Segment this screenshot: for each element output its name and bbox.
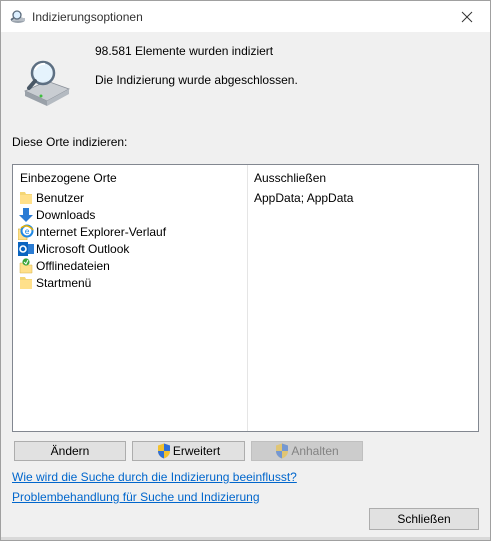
location-label: Benutzer [36, 190, 85, 205]
location-label: Downloads [36, 207, 96, 222]
title-bar[interactable]: Indizierungsoptionen [1, 1, 490, 32]
location-label: Offlinedateien [36, 258, 110, 273]
download-arrow-icon [19, 207, 33, 222]
uac-shield-icon [157, 443, 170, 459]
close-dialog-button[interactable]: Schließen [369, 508, 479, 530]
window-title: Indizierungsoptionen [32, 10, 143, 24]
offline-files-icon [19, 257, 33, 273]
folder-icon [20, 276, 32, 289]
list-item[interactable]: Downloads [18, 206, 166, 223]
close-dialog-button-label: Schließen [397, 512, 451, 526]
internet-explorer-icon: e [18, 224, 34, 240]
modify-button[interactable]: Ändern [14, 441, 126, 461]
location-label: Microsoft Outlook [36, 241, 130, 256]
location-label: Startmenü [36, 275, 92, 290]
index-locations-label: Diese Orte indizieren: [12, 135, 128, 149]
bottom-edge [1, 537, 490, 540]
folder-icon [20, 191, 32, 204]
included-locations: Benutzer Downloads e Internet Explorer-V… [18, 189, 166, 291]
close-icon [461, 11, 473, 22]
indexing-options-window: Indizierungsoptionen 98.581 Elemente wur… [0, 0, 491, 541]
modify-button-label: Ändern [50, 444, 90, 458]
list-item[interactable]: Offlinedateien [18, 257, 166, 274]
advanced-button[interactable]: Erweitert [132, 441, 245, 461]
excluded-paths: AppData; AppData [254, 191, 354, 205]
indexing-status-message: Die Indizierung wurde abgeschlossen. [95, 73, 298, 87]
indexed-locations-list[interactable]: Einbezogene Orte Ausschließen Benutzer D… [12, 164, 479, 432]
advanced-button-label: Erweitert [172, 444, 221, 458]
indexed-items-count: 98.581 Elemente wurden indiziert [95, 44, 274, 58]
indexing-drive-magnifier-icon [24, 60, 70, 106]
close-button[interactable] [444, 1, 490, 32]
search-index-icon [10, 10, 25, 23]
svg-text:e: e [25, 227, 30, 236]
troubleshoot-link[interactable]: Problembehandlung für Suche und Indizier… [12, 490, 260, 504]
column-header-excluded[interactable]: Ausschließen [254, 171, 326, 185]
uac-shield-icon [276, 443, 289, 459]
outlook-icon [18, 241, 34, 256]
pause-button[interactable]: Anhalten [251, 441, 363, 461]
help-link[interactable]: Wie wird die Suche durch die Indizierung… [12, 470, 297, 484]
pause-button-label: Anhalten [291, 444, 339, 458]
list-item[interactable]: Benutzer [18, 189, 166, 206]
location-label: Internet Explorer-Verlauf [36, 224, 167, 239]
list-item[interactable]: e Internet Explorer-Verlauf [18, 223, 166, 240]
column-header-included[interactable]: Einbezogene Orte [20, 171, 117, 185]
list-item[interactable]: Microsoft Outlook [18, 240, 166, 257]
list-item[interactable]: Startmenü [18, 274, 166, 291]
column-divider [247, 165, 248, 431]
